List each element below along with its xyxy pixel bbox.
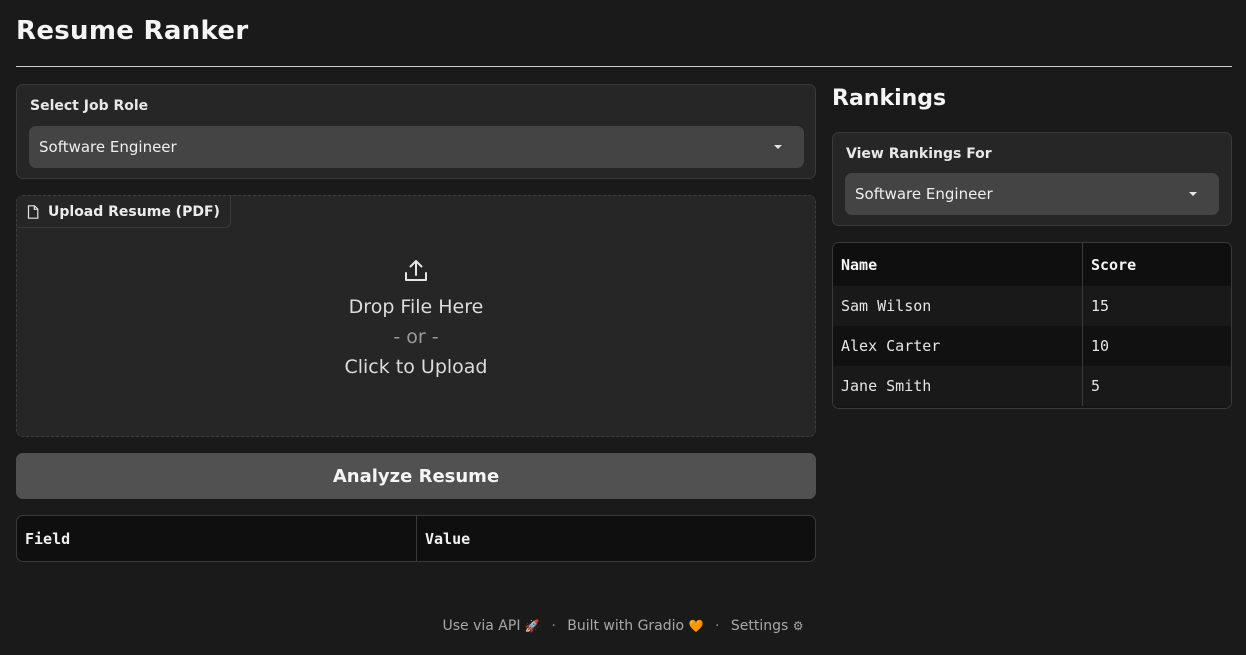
column-header-value[interactable]: Value <box>416 516 815 561</box>
rankings-role-dropdown[interactable]: Software Engineer <box>845 173 1219 215</box>
result-table-header: Field Value <box>17 516 815 561</box>
footer-separator: · <box>714 618 720 634</box>
settings-label: Settings <box>730 618 789 634</box>
upload-icon <box>405 260 427 281</box>
built-with-gradio-label: Built with Gradio <box>567 618 685 634</box>
cell-score[interactable]: 10 <box>1083 326 1231 366</box>
job-role-selected-value: Software Engineer <box>39 138 177 156</box>
job-role-dropdown[interactable]: Software Engineer <box>29 126 804 168</box>
cell-name[interactable]: Sam Wilson <box>833 286 1083 326</box>
use-via-api-link[interactable]: Use via API 🚀 <box>442 618 544 634</box>
rankings-filter-panel: View Rankings For Software Engineer <box>832 132 1232 226</box>
footer-separator: · <box>551 618 556 634</box>
built-with-gradio-link[interactable]: Built with Gradio 🧡 <box>567 618 708 634</box>
gear-icon: ⚙ <box>792 619 804 633</box>
table-row: Sam Wilson 15 <box>833 286 1231 326</box>
analyze-resume-button[interactable]: Analyze Resume <box>16 453 816 499</box>
drop-file-text: Drop File Here <box>348 296 484 318</box>
app-title: Resume Ranker <box>16 16 249 46</box>
cell-score[interactable]: 15 <box>1083 286 1231 326</box>
cell-name[interactable]: Jane Smith <box>833 366 1083 406</box>
resume-upload-dropzone[interactable]: Upload Resume (PDF) Drop File Here - or … <box>16 195 816 437</box>
column-header-field[interactable]: Field <box>17 516 416 561</box>
rankings-selected-value: Software Engineer <box>855 185 993 203</box>
gradio-logo-icon: 🧡 <box>688 619 704 633</box>
table-row: Alex Carter 10 <box>833 326 1231 366</box>
table-row: Jane Smith 5 <box>833 366 1231 406</box>
job-role-label: Select Job Role <box>30 98 149 114</box>
rocket-icon: 🚀 <box>524 619 540 633</box>
cell-name[interactable]: Alex Carter <box>833 326 1083 366</box>
footer: Use via API 🚀 · Built with Gradio 🧡 · Se… <box>0 618 1246 634</box>
upload-instructions: Drop File Here - or - Click to Upload <box>17 258 815 382</box>
chevron-down-icon <box>774 145 782 149</box>
cell-score[interactable]: 5 <box>1083 366 1231 406</box>
rankings-filter-label: View Rankings For <box>846 146 992 162</box>
file-icon <box>27 204 39 219</box>
upload-tab: Upload Resume (PDF) <box>17 196 231 228</box>
job-role-panel: Select Job Role Software Engineer <box>16 84 816 179</box>
use-via-api-label: Use via API <box>442 618 521 634</box>
rankings-heading: Rankings <box>832 86 947 111</box>
rankings-table-header: Name Score <box>833 243 1231 286</box>
or-text: - or - <box>393 326 439 348</box>
upload-tab-label: Upload Resume (PDF) <box>48 203 220 220</box>
column-header-name[interactable]: Name <box>833 243 1083 286</box>
title-divider <box>16 66 1232 67</box>
rankings-table: Name Score Sam Wilson 15 Alex Carter 10 … <box>832 242 1232 409</box>
result-table: Field Value <box>16 515 816 562</box>
column-header-score[interactable]: Score <box>1083 243 1231 286</box>
chevron-down-icon <box>1189 192 1197 196</box>
settings-link[interactable]: Settings ⚙ <box>731 618 804 634</box>
click-to-upload-text: Click to Upload <box>344 356 488 378</box>
